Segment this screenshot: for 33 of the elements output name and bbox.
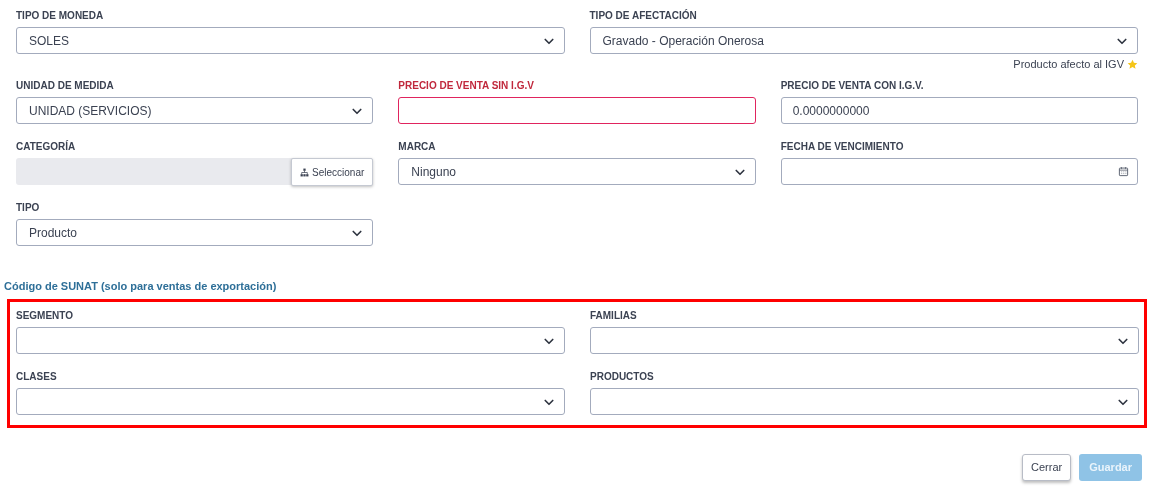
field-label: UNIDAD DE MEDIDA xyxy=(16,80,115,92)
input-field[interactable] xyxy=(398,97,756,124)
field-label: CATEGORÍA xyxy=(16,141,77,153)
field-label: TIPO DE AFECTACIÓN xyxy=(589,10,698,22)
select-field[interactable] xyxy=(590,327,1139,354)
input-field[interactable]: 0.0000000000 xyxy=(780,97,1138,124)
star-icon xyxy=(1127,58,1138,70)
section-title: Código de SUNAT (solo para ventas de exportación) xyxy=(4,279,278,293)
field-label: PRECIO DE VENTA CON I.G.V. xyxy=(780,80,925,92)
field-label: SEGMENTO xyxy=(16,310,75,322)
select-field[interactable] xyxy=(16,388,565,415)
select-field[interactable]: Producto xyxy=(16,219,374,246)
field-label: MARCA xyxy=(398,141,437,153)
select-field[interactable] xyxy=(16,327,565,354)
field-label: TIPO DE MONEDA xyxy=(16,10,105,22)
select-field[interactable]: UNIDAD (SERVICIOS) xyxy=(16,97,374,124)
field-label: TIPO xyxy=(16,202,41,214)
field-label: FAMILIAS xyxy=(590,310,638,322)
select-field[interactable] xyxy=(590,388,1139,415)
category-field[interactable]: Seleccionar xyxy=(16,158,374,185)
select-field[interactable]: SOLES xyxy=(16,27,565,54)
field-label: FECHA DE VENCIMIENTO xyxy=(780,141,905,153)
note-text: Producto afecto al IGV xyxy=(1013,56,1124,72)
field-label: PRECIO DE VENTA SIN I.G.V xyxy=(398,80,535,92)
select-field[interactable]: Gravado - Operación Onerosa xyxy=(589,27,1138,54)
date-field[interactable] xyxy=(780,158,1138,185)
field-label: CLASES xyxy=(16,371,58,383)
calendar-icon xyxy=(1118,166,1129,177)
hierarchy-icon xyxy=(300,167,310,177)
action-button[interactable]: Cerrar xyxy=(1022,454,1072,481)
field-label: PRODUCTOS xyxy=(590,371,655,383)
select-button[interactable]: Seleccionar xyxy=(291,158,374,186)
select-field[interactable]: Ninguno xyxy=(398,158,756,185)
